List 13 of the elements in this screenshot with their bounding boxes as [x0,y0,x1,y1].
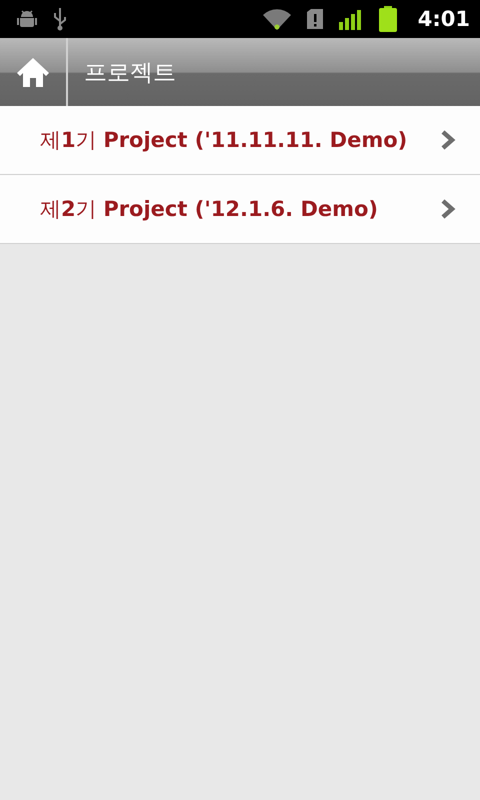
clock: 4:01 [418,7,470,31]
signal-icon [338,8,364,30]
usb-icon [52,7,68,31]
item-label: 제2기 Project ('12.1.6. Demo) [40,196,380,223]
home-icon [15,56,51,88]
sd-card-alert-icon [306,8,324,30]
item-label: 제1기 Project ('11.11.11. Demo) [40,127,408,154]
chevron-icon [440,198,456,220]
screen-title: 프로젝트 [84,58,176,88]
battery-icon [378,6,398,32]
android-icon [16,9,38,29]
chevron-icon [440,129,456,151]
wifi-icon [262,7,292,31]
